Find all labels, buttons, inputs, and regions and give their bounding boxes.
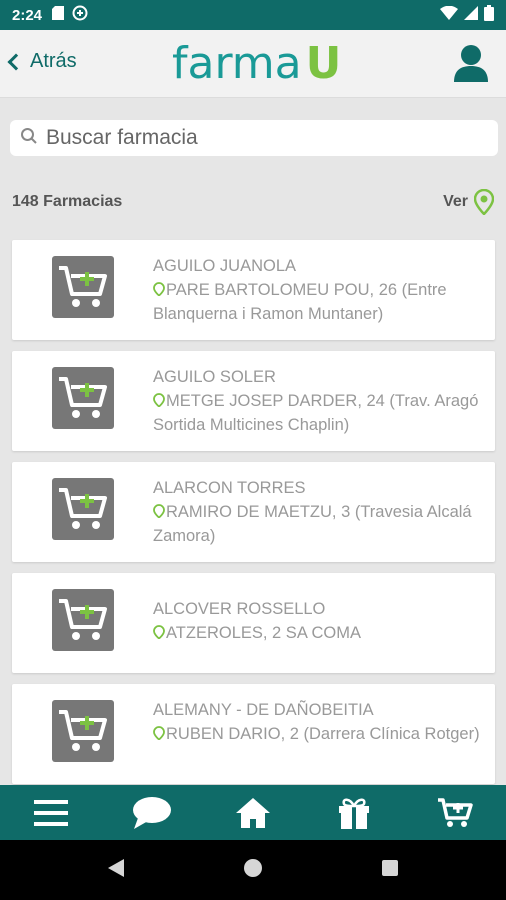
pharmacy-name: ALEMANY - DE DAÑOBEITIA bbox=[153, 701, 374, 719]
location-pin-icon bbox=[153, 625, 165, 639]
circle-home-icon bbox=[244, 858, 262, 877]
list-item[interactable]: ALARCON TORRES RAMIRO DE MAETZU, 3 (Trav… bbox=[12, 462, 495, 562]
cart-add-icon bbox=[438, 797, 474, 827]
search-bar[interactable] bbox=[10, 120, 498, 156]
user-icon bbox=[454, 45, 488, 82]
chevron-left-icon bbox=[7, 53, 25, 71]
location-pin-icon bbox=[153, 726, 165, 740]
pharmacy-name: AGUILO JUANOLA bbox=[153, 257, 297, 275]
pharmacy-cart-icon bbox=[52, 589, 114, 651]
home-button[interactable] bbox=[223, 785, 283, 840]
map-pin-icon bbox=[474, 189, 494, 215]
map-view-label: Ver bbox=[443, 193, 468, 210]
pharmacy-cart-icon bbox=[52, 367, 114, 429]
menu-icon bbox=[33, 799, 68, 826]
pharmacy-name: ALARCON TORRES bbox=[153, 479, 306, 497]
system-nav-bar bbox=[0, 840, 506, 900]
signal-icon bbox=[464, 5, 478, 25]
sd-card-icon bbox=[52, 5, 65, 25]
system-back-button[interactable] bbox=[107, 858, 125, 883]
pharmacy-cart-icon bbox=[52, 700, 114, 762]
chat-icon bbox=[132, 796, 171, 829]
pharmacy-cart-icon bbox=[52, 256, 114, 318]
results-count: 148 Farmacias bbox=[12, 193, 123, 210]
menu-button[interactable] bbox=[21, 785, 81, 840]
system-home-button[interactable] bbox=[243, 858, 263, 883]
map-view-button[interactable]: Ver bbox=[443, 189, 494, 215]
app-header: Atrás farmaU bbox=[0, 30, 506, 98]
profile-button[interactable] bbox=[454, 44, 488, 82]
square-recents-icon bbox=[382, 859, 398, 876]
logo-main: farma bbox=[172, 38, 302, 89]
cart-button[interactable] bbox=[425, 785, 485, 840]
pharmacy-address: ATZEROLES, 2 SA COMA bbox=[166, 624, 361, 642]
pharmacy-name: ALCOVER ROSSELLO bbox=[153, 600, 326, 618]
gift-button[interactable] bbox=[324, 785, 384, 840]
back-label: Atrás bbox=[30, 50, 77, 72]
list-item[interactable]: AGUILO JUANOLA PARE BARTOLOMEU POU, 26 (… bbox=[12, 240, 495, 340]
system-recents-button[interactable] bbox=[381, 859, 399, 882]
search-input[interactable] bbox=[46, 126, 498, 150]
gift-icon bbox=[339, 798, 370, 829]
wifi-icon bbox=[440, 5, 458, 25]
location-pin-icon bbox=[153, 504, 165, 518]
triangle-back-icon bbox=[108, 858, 124, 877]
pharmacy-address: PARE BARTOLOMEU POU, 26 (Entre Blanquern… bbox=[153, 281, 447, 323]
pharmacy-address: RUBEN DARIO, 2 (Darrera Clínica Rotger) bbox=[166, 725, 480, 743]
chat-button[interactable] bbox=[122, 785, 182, 840]
results-row: 148 Farmacias Ver bbox=[12, 188, 494, 216]
pharmacy-name: AGUILO SOLER bbox=[153, 368, 276, 386]
list-item[interactable]: AGUILO SOLER METGE JOSEP DARDER, 24 (Tra… bbox=[12, 351, 495, 451]
pharmacy-address: RAMIRO DE MAETZU, 3 (Travesia Alcalá Zam… bbox=[153, 503, 472, 545]
sync-icon bbox=[72, 5, 88, 26]
list-item[interactable]: ALCOVER ROSSELLO ATZEROLES, 2 SA COMA bbox=[12, 573, 495, 673]
search-icon bbox=[20, 127, 38, 150]
bottom-nav bbox=[0, 785, 506, 840]
list-item[interactable]: ALEMANY - DE DAÑOBEITIA RUBEN DARIO, 2 (… bbox=[12, 684, 495, 784]
logo-accent: U bbox=[305, 38, 342, 89]
back-button[interactable]: Atrás bbox=[7, 50, 77, 73]
location-pin-icon bbox=[153, 393, 165, 407]
location-pin-icon bbox=[153, 282, 165, 296]
status-bar: 2:24 bbox=[0, 0, 506, 30]
status-time: 2:24 bbox=[12, 6, 43, 24]
pharmacy-cart-icon bbox=[52, 478, 114, 540]
pharmacy-address: METGE JOSEP DARDER, 24 (Trav. Aragó Sort… bbox=[153, 392, 479, 434]
battery-icon bbox=[484, 4, 494, 26]
home-icon bbox=[235, 797, 270, 828]
app-logo: farmaU bbox=[172, 38, 341, 89]
